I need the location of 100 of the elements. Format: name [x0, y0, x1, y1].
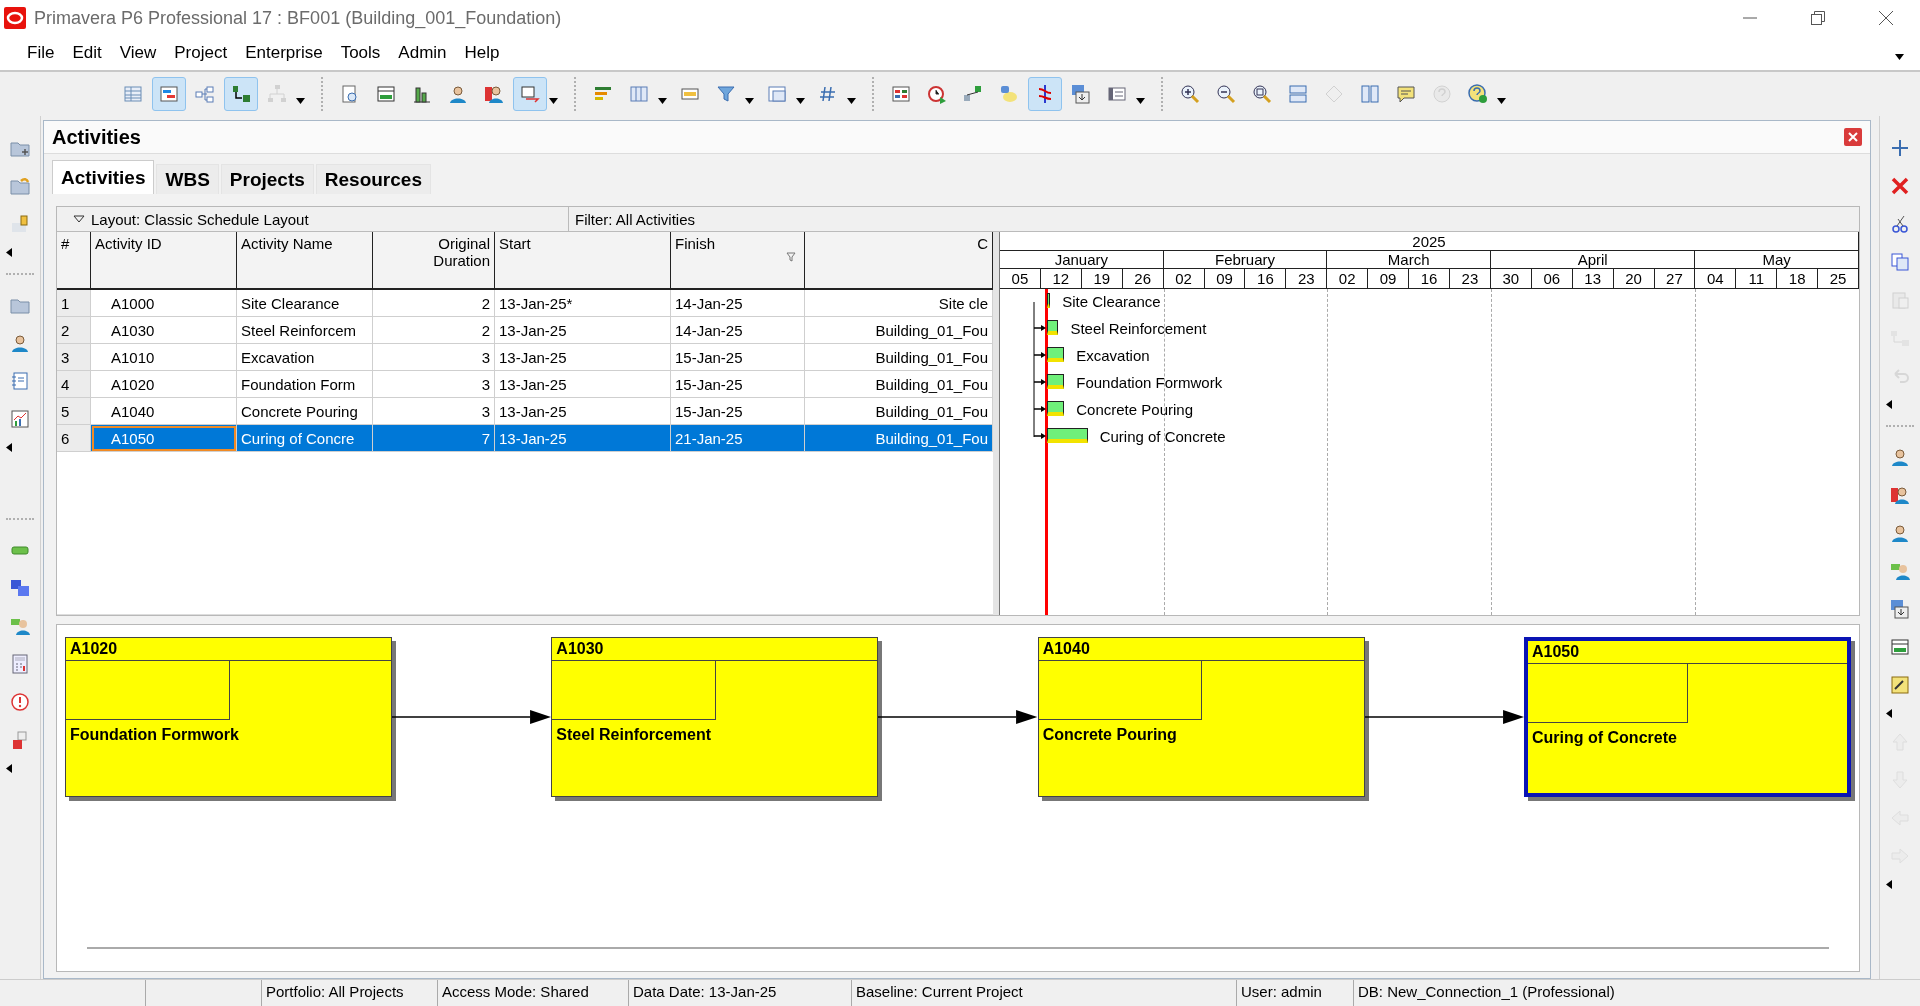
table-cell: Building_01_Fou [805, 398, 993, 425]
status-field: Data Date: 13-Jan-25 [628, 980, 851, 1006]
menu-item[interactable]: Help [455, 43, 509, 63]
activity-id: A1030 [552, 638, 878, 661]
month-header: April [1491, 251, 1696, 268]
tab[interactable]: Activities [52, 160, 155, 194]
person-icon [1889, 522, 1911, 544]
column-header[interactable]: Start [495, 232, 671, 290]
dropdown-caret-icon[interactable] [658, 98, 667, 104]
table-cell: Foundation Form [237, 371, 373, 398]
menu-item[interactable]: Admin [389, 43, 456, 63]
table-cell: Excavation [237, 344, 373, 371]
dropdown-caret-icon[interactable] [796, 98, 805, 104]
people-icon [483, 83, 505, 105]
column-header[interactable]: Original Duration [373, 232, 495, 290]
tab[interactable]: Projects [220, 164, 314, 194]
menu-item[interactable]: Enterprise [236, 43, 332, 63]
collapse-caret-icon[interactable] [1886, 400, 1892, 409]
edit-icon [1889, 674, 1911, 696]
week-header: 13 [1572, 269, 1614, 288]
status-field: Portfolio: All Projects [261, 980, 437, 1006]
table-cell: Building_01_Fou [805, 425, 993, 452]
table-cell: Site Clearance [237, 290, 373, 317]
week-header: 26 [1122, 269, 1164, 288]
diamond-icon [1323, 83, 1345, 105]
collapse-caret-icon[interactable] [6, 443, 12, 452]
activity-id: A1050 [1528, 641, 1847, 664]
relationship-button[interactable] [224, 77, 258, 111]
layout-selector[interactable]: Layout: Classic Schedule Layout [57, 207, 569, 231]
menu-item[interactable]: Tools [331, 43, 390, 63]
menu-item[interactable]: Edit [63, 43, 111, 63]
week-header: 11 [1736, 269, 1778, 288]
filter-icon [786, 252, 796, 262]
table-cell: 13-Jan-25* [495, 290, 671, 317]
table-cell: Concrete Pouring [237, 398, 373, 425]
window-title: Primavera P6 Professional 17 : BF001 (Building_001_Foundation) [34, 7, 562, 29]
row-number: 1 [57, 290, 91, 317]
zoom-in-icon [1179, 83, 1201, 105]
column-header[interactable]: Finish [671, 232, 805, 290]
bar-label: Site Clearance [1062, 293, 1161, 310]
menu-item[interactable]: File [18, 43, 64, 63]
week-header: 23 [1286, 269, 1328, 288]
table-cell: 14-Jan-25 [671, 290, 805, 317]
add-icon [1889, 137, 1911, 159]
column-header[interactable]: # [57, 232, 91, 290]
table-cell: 21-Jan-25 [671, 425, 805, 452]
year-header: 2025 [1000, 232, 1859, 250]
network-diagram-icon [194, 83, 216, 105]
table-cell: A1020 [91, 371, 237, 398]
person-icon [447, 83, 469, 105]
collapse-caret-icon[interactable] [6, 764, 12, 773]
tab[interactable]: WBS [156, 164, 219, 194]
menu-item[interactable]: Project [165, 43, 237, 63]
table-cell: 2 [373, 290, 495, 317]
week-header: 27 [1654, 269, 1696, 288]
table-cell: Building_01_Fou [805, 371, 993, 398]
table-cell: 13-Jan-25 [495, 344, 671, 371]
progress-line-button[interactable] [1028, 77, 1062, 111]
filter-label[interactable]: Filter: All Activities [569, 207, 696, 231]
scroll-bar[interactable] [87, 947, 1829, 949]
column-header[interactable]: C [805, 232, 993, 290]
status-field: Baseline: Current Project [851, 980, 1236, 1006]
dropdown-caret-icon[interactable] [1497, 98, 1506, 104]
activity-name: Concrete Pouring [1041, 725, 1178, 745]
table-cell: A1050 [91, 425, 237, 452]
dropdown-caret-icon[interactable] [745, 98, 754, 104]
column-header[interactable]: Activity Name [237, 232, 373, 290]
table-cell: 3 [373, 344, 495, 371]
column-header[interactable]: Activity ID [91, 232, 237, 290]
dropdown-caret-icon[interactable] [296, 98, 305, 104]
week-header: 06 [1531, 269, 1573, 288]
tab[interactable]: Resources [315, 164, 431, 194]
dropdown-caret-icon[interactable] [847, 98, 856, 104]
activity-name: Foundation Formwork [69, 725, 240, 745]
dropdown-caret-icon[interactable] [1136, 98, 1145, 104]
zoom-out-icon [1215, 83, 1237, 105]
columns-icon [628, 83, 650, 105]
menu-item[interactable]: View [110, 43, 166, 63]
activity-bar [1046, 293, 1051, 308]
activity-id: A1020 [66, 638, 391, 661]
collapse-caret-icon[interactable] [6, 248, 12, 257]
panel-close-button[interactable] [1844, 128, 1862, 146]
week-header: 09 [1204, 269, 1246, 288]
week-header: 05 [1000, 269, 1041, 288]
timescale-button[interactable] [513, 77, 547, 111]
filter-icon [715, 83, 737, 105]
table-cell: Building_01_Fou [805, 344, 993, 371]
dropdown-caret-icon[interactable] [1895, 54, 1904, 60]
gantt-chart-button[interactable] [152, 77, 186, 111]
collapse-caret-icon[interactable] [1886, 880, 1892, 889]
close-icon [1848, 132, 1858, 142]
table-cell: 3 [373, 371, 495, 398]
collapse-caret-icon[interactable] [1886, 709, 1892, 718]
table-icon [122, 83, 144, 105]
help-globe-icon [1467, 83, 1489, 105]
gantt-chart-icon [158, 83, 180, 105]
dropdown-caret-icon[interactable] [549, 98, 558, 104]
split-vertical-icon [1359, 83, 1381, 105]
table-cell: 2 [373, 317, 495, 344]
table-cell: Site cle [805, 290, 993, 317]
